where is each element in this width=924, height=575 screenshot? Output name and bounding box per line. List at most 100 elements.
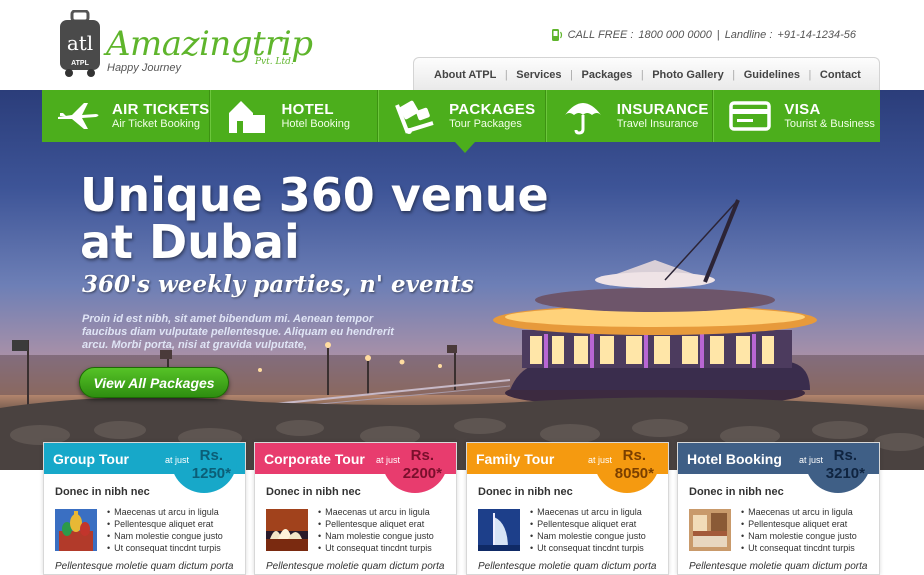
service-visa[interactable]: VISA Tourist & Business (713, 90, 880, 142)
card-footer-text: Pellentesque moletie quam dictum porta (266, 561, 445, 572)
card-icon (729, 101, 772, 131)
logo-monogram: atl (67, 31, 93, 55)
hotel-room-image (689, 509, 731, 551)
card-header: Corporate Tour at just Rs. 2200* (255, 443, 456, 493)
price-currency: Rs. (622, 447, 646, 464)
nav-separator: | (808, 68, 812, 81)
call-free-label: CALL FREE : (567, 29, 634, 41)
phone-icon (551, 29, 562, 41)
card-title: Group Tour (53, 451, 129, 467)
price-badge: at just Rs. 2200* (376, 443, 448, 493)
view-all-packages-button[interactable]: View All Packages (79, 367, 229, 398)
service-title: PACKAGES (449, 100, 536, 118)
package-card-group-tour[interactable]: Group Tour at just Rs. 1250* Donec in ni… (43, 442, 246, 575)
service-title: VISA (784, 100, 821, 118)
card-footer-text: Pellentesque moletie quam dictum porta (478, 561, 657, 572)
price-currency: Rs. (410, 447, 434, 464)
feature-item: Pellentesque aliquet erat (318, 518, 434, 530)
contact-info: CALL FREE : 1800 000 0000 | Landline : +… (551, 28, 856, 42)
package-card-family-tour[interactable]: Family Tour at just Rs. 8050* Donec in n… (466, 442, 669, 575)
nav-photo-gallery[interactable]: Photo Gallery (652, 69, 724, 81)
card-features: Maecenas ut arcu in ligula Pellentesque … (107, 506, 223, 554)
service-subtitle: Travel Insurance (616, 117, 699, 130)
nav-separator: | (504, 68, 508, 81)
price-currency: Rs. (833, 447, 857, 464)
card-title: Family Tour (476, 451, 555, 467)
feature-item: Pellentesque aliquet erat (107, 518, 223, 530)
service-subtitle: Hotel Booking (281, 117, 350, 130)
card-title: Corporate Tour (264, 451, 365, 467)
luggage-cart-icon (395, 100, 434, 134)
feature-item: Maecenas ut arcu in ligula (741, 506, 857, 518)
brand-legal: Pvt. Ltd. (255, 57, 294, 67)
airplane-icon (58, 103, 99, 129)
price-label: at just (164, 455, 189, 465)
price-label: at just (587, 455, 612, 465)
umbrella-icon (564, 103, 601, 135)
hero-headline-line1: Unique 360 venue (80, 168, 549, 222)
service-packages[interactable]: PACKAGES Tour Packages (378, 90, 546, 142)
package-card-hotel-booking[interactable]: Hotel Booking at just Rs. 3210* Donec in… (677, 442, 880, 575)
landline-number[interactable]: +91-14-1234-56 (777, 29, 856, 41)
service-subtitle: Tour Packages (449, 117, 522, 130)
nav-services[interactable]: Services (516, 69, 561, 81)
service-title: AIR TICKETS (112, 100, 210, 118)
building-icon (229, 101, 266, 133)
price-value: 8050* (614, 465, 654, 482)
service-hotel[interactable]: HOTEL Hotel Booking (210, 90, 379, 142)
nav-separator: | (640, 68, 644, 81)
card-title: Hotel Booking (687, 451, 782, 467)
card-header: Family Tour at just Rs. 8050* (467, 443, 668, 493)
brand-tagline: Happy Journey (107, 62, 181, 74)
feature-item: Nam molestie congue justo (107, 530, 223, 542)
price-label: at just (375, 455, 400, 465)
nav-guidelines[interactable]: Guidelines (744, 69, 800, 81)
nav-separator: | (570, 68, 573, 81)
price-value: 1250* (191, 465, 231, 482)
price-label: at just (798, 455, 823, 465)
service-insurance[interactable]: INSURANCE Travel Insurance (545, 90, 714, 142)
feature-item: Maecenas ut arcu in ligula (318, 506, 434, 518)
feature-item: Maecenas ut arcu in ligula (107, 506, 223, 518)
price-badge: at just Rs. 3210* (799, 443, 871, 493)
feature-item: Pellentesque aliquet erat (530, 518, 646, 530)
contact-divider: | (716, 29, 720, 41)
price-badge: at just Rs. 8050* (588, 443, 660, 493)
card-header: Group Tour at just Rs. 1250* (44, 443, 245, 493)
feature-item: Ut consequat tincdnt turpis (530, 542, 646, 554)
suitcase-logo-icon: atl ATPL (60, 10, 100, 77)
card-subtitle: Donec in nibh nec (689, 486, 784, 498)
price-value: 3210* (825, 465, 865, 482)
feature-item: Ut consequat tincdnt turpis (741, 542, 857, 554)
call-free-number[interactable]: 1800 000 0000 (638, 29, 711, 41)
price-value: 2200* (402, 465, 442, 482)
active-service-pointer (455, 142, 475, 153)
nav-separator: | (732, 68, 736, 81)
card-features: Maecenas ut arcu in ligula Pellentesque … (741, 506, 857, 554)
card-footer-text: Pellentesque moletie quam dictum porta (55, 561, 234, 572)
card-footer-text: Pellentesque moletie quam dictum porta (689, 561, 868, 572)
feature-item: Maecenas ut arcu in ligula (530, 506, 646, 518)
service-title: INSURANCE (616, 100, 709, 118)
card-subtitle: Donec in nibh nec (478, 486, 573, 498)
logo-badge: ATPL (71, 60, 89, 67)
nav-about[interactable]: About ATPL (434, 69, 496, 81)
top-navigation: About ATPL | Services | Packages | Photo… (413, 57, 880, 91)
service-title: HOTEL (281, 100, 334, 118)
hero-paragraph: Proin id est nibh, sit amet bibendum mi.… (82, 313, 394, 351)
brand-logo[interactable]: atl ATPL Amazingtrip Pvt. Ltd. Happy Jou… (58, 10, 313, 82)
hero-headline: Unique 360 venue at Dubai (80, 172, 600, 266)
services-bar: AIR TICKETS Air Ticket Booking HOTEL Hot… (42, 90, 880, 142)
card-header: Hotel Booking at just Rs. 3210* (678, 443, 879, 493)
landline-label: Landline : (724, 29, 773, 41)
hero-headline-line2: at Dubai (80, 215, 300, 269)
service-air-tickets[interactable]: AIR TICKETS Air Ticket Booking (42, 90, 211, 142)
nav-packages[interactable]: Packages (582, 69, 633, 81)
service-subtitle: Air Ticket Booking (112, 117, 201, 130)
package-card-corporate-tour[interactable]: Corporate Tour at just Rs. 2200* Donec i… (254, 442, 457, 575)
opera-house-image (266, 509, 308, 551)
kremlin-image (55, 509, 97, 551)
feature-item: Nam molestie congue justo (741, 530, 857, 542)
price-currency: Rs. (199, 447, 223, 464)
nav-contact[interactable]: Contact (820, 69, 861, 81)
